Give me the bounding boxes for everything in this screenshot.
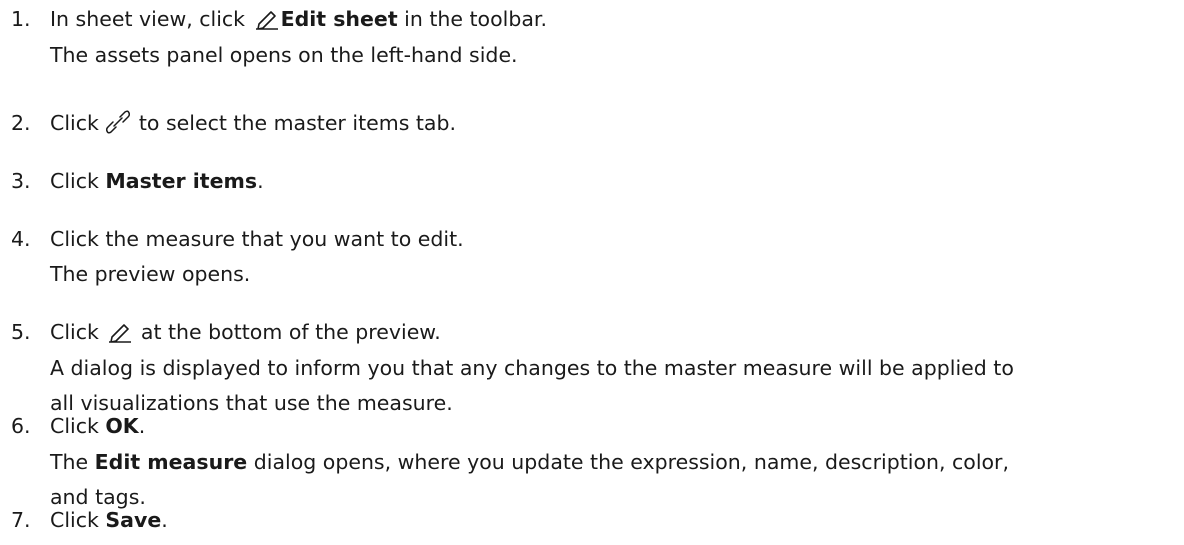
step-3-number: 3.: [11, 169, 31, 193]
step-3: 3. Click Master items.: [0, 163, 264, 199]
step-1: 1. In sheet view, click Edit sheet in th…: [0, 1, 547, 73]
step-7-suffix: .: [161, 508, 168, 532]
step-4-instruction: Click the measure that you want to edit.: [50, 227, 464, 251]
step-5: 5. Click at the bottom of the preview. A…: [0, 314, 1014, 420]
step-1-prefix: In sheet view, click: [50, 7, 252, 31]
step-7-instruction: Click Save.: [50, 502, 168, 538]
step-2: 2. Click to select the master items tab.: [0, 105, 456, 141]
step-7-prefix: Click: [50, 508, 106, 532]
step-6-result-prefix: The: [50, 450, 95, 474]
master-items-label: Master items: [105, 169, 258, 193]
step-7-number: 7.: [11, 508, 31, 532]
step-3-suffix: .: [257, 169, 264, 193]
step-6-result-line-1: The Edit measure dialog opens, where you…: [50, 444, 1009, 480]
step-4-number: 4.: [11, 227, 31, 251]
edit-measure-label: Edit measure: [94, 450, 248, 474]
step-2-number: 2.: [11, 111, 31, 135]
step-1-number: 1.: [11, 7, 31, 31]
edit-pencil-icon: [106, 319, 132, 343]
step-3-instruction: Click Master items.: [50, 163, 264, 199]
step-2-instruction: Click to select the master items tab.: [50, 105, 456, 141]
step-1-instruction: In sheet view, click Edit sheet in the t…: [50, 1, 547, 37]
step-6-result-line-2: and tags.: [50, 485, 146, 509]
step-5-instruction: Click at the bottom of the preview.: [50, 314, 1014, 350]
step-6: 6. Click OK. The Edit measure dialog ope…: [0, 408, 1009, 514]
step-6-number: 6.: [11, 414, 31, 438]
step-6-prefix: Click: [50, 414, 106, 438]
step-3-prefix: Click: [50, 169, 106, 193]
step-6-result-suffix: dialog opens, where you update the expre…: [247, 450, 1010, 474]
step-7: 7. Click Save.: [0, 502, 168, 538]
step-5-result-line-1: A dialog is displayed to inform you that…: [50, 356, 1014, 380]
step-1-suffix: in the toolbar.: [397, 7, 547, 31]
step-2-prefix: Click: [50, 111, 106, 135]
step-4-result: The preview opens.: [50, 262, 251, 286]
edit-sheet-label: Edit sheet: [280, 7, 398, 31]
link-icon: [106, 110, 131, 134]
step-6-suffix: .: [138, 414, 146, 438]
step-4: 4. Click the measure that you want to ed…: [0, 221, 464, 291]
step-1-result: The assets panel opens on the left-hand …: [50, 43, 518, 67]
step-5-suffix: at the bottom of the preview.: [134, 320, 441, 344]
step-5-prefix: Click: [50, 320, 106, 344]
edit-pencil-icon: [253, 6, 279, 30]
ok-label: OK: [105, 414, 139, 438]
step-2-suffix: to select the master items tab.: [132, 111, 457, 135]
step-6-instruction: Click OK.: [50, 408, 1009, 444]
save-label: Save: [105, 508, 162, 532]
step-5-number: 5.: [11, 320, 31, 344]
